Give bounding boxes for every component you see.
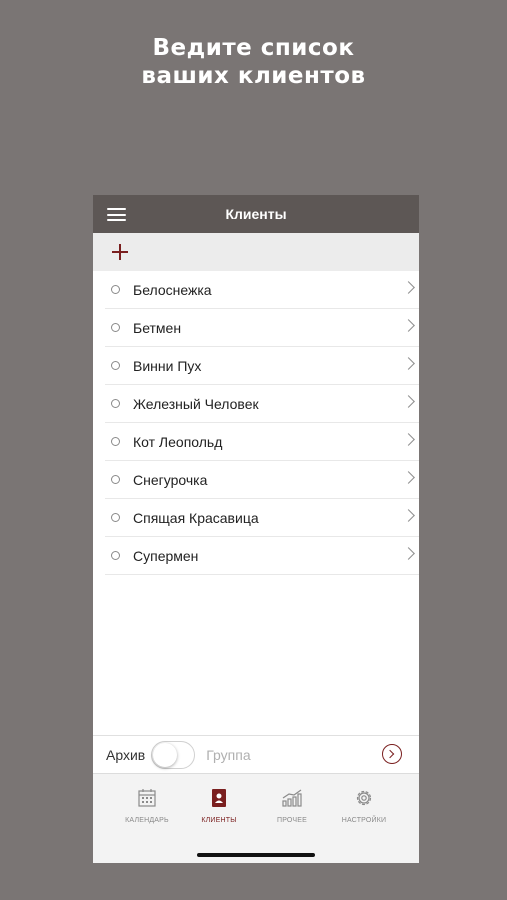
hamburger-icon[interactable]	[107, 208, 126, 221]
tab-label: ПРОЧЕЕ	[276, 817, 308, 824]
tab-clients[interactable]: КЛИЕНТЫ	[179, 786, 259, 824]
client-row[interactable]: Винни Пух	[105, 347, 419, 385]
radio-circle-icon[interactable]	[111, 513, 120, 522]
radio-circle-icon[interactable]	[111, 437, 120, 446]
chevron-right-icon	[402, 471, 415, 484]
home-indicator[interactable]	[197, 853, 315, 857]
client-name: Винни Пух	[133, 357, 202, 374]
page-title: Клиенты	[225, 206, 287, 222]
chevron-right-icon	[402, 433, 415, 446]
client-name: Железный Человек	[133, 395, 259, 412]
tab-label: НАСТРОЙКИ	[341, 817, 387, 824]
client-row[interactable]: Супермен	[105, 537, 419, 575]
client-row[interactable]: Белоснежка	[105, 271, 419, 309]
toggle-knob	[153, 742, 178, 767]
client-name: Бетмен	[133, 319, 182, 336]
tab-label: КЛИЕНТЫ	[201, 817, 237, 824]
filter-controls: Архив Группа	[93, 735, 419, 773]
client-row[interactable]: Кот Леопольд	[105, 423, 419, 461]
growth-chart-icon	[282, 789, 302, 807]
client-list: Белоснежка Бетмен Винни Пух Железный Чел…	[93, 271, 419, 575]
calendar-icon	[138, 789, 156, 807]
group-label[interactable]: Группа	[206, 747, 250, 763]
chevron-right-icon	[402, 509, 415, 522]
client-row[interactable]: Железный Человек	[105, 385, 419, 423]
radio-circle-icon[interactable]	[111, 361, 120, 370]
tab-label: КАЛЕНДАРЬ	[125, 817, 169, 824]
tab-calendar[interactable]: КАЛЕНДАРЬ	[107, 786, 187, 824]
client-name: Белоснежка	[133, 281, 212, 298]
tab-other[interactable]: ПРОЧЕЕ	[252, 786, 332, 824]
promo-line-2: ваших клиентов	[141, 63, 366, 89]
chevron-right-icon	[402, 357, 415, 370]
client-row[interactable]: Снегурочка	[105, 461, 419, 499]
radio-circle-icon[interactable]	[111, 323, 120, 332]
client-card-icon	[212, 789, 226, 807]
archive-label: Архив	[106, 746, 146, 763]
plus-icon	[112, 244, 128, 260]
radio-circle-icon[interactable]	[111, 551, 120, 560]
archive-toggle[interactable]	[151, 740, 196, 769]
client-name: Супермен	[133, 547, 199, 564]
chevron-right-icon	[402, 547, 415, 560]
client-name: Снегурочка	[133, 471, 208, 488]
radio-circle-icon[interactable]	[111, 399, 120, 408]
tab-settings[interactable]: НАСТРОЙКИ	[324, 786, 404, 824]
radio-circle-icon[interactable]	[111, 285, 120, 294]
client-row[interactable]: Бетмен	[105, 309, 419, 347]
chevron-right-icon	[402, 395, 415, 408]
client-name: Кот Леопольд	[133, 433, 223, 450]
client-row[interactable]: Спящая Красавица	[105, 499, 419, 537]
chevron-circle-right-icon[interactable]	[382, 744, 402, 764]
promo-caption: Ведите список ваших клиентов	[0, 34, 507, 90]
phone-screen: Клиенты Белоснежка Бетмен Винни Пух Желе…	[93, 195, 419, 863]
add-bar	[93, 233, 419, 271]
chevron-right-icon	[402, 281, 415, 294]
chevron-right-icon	[402, 319, 415, 332]
add-client-button[interactable]	[109, 237, 131, 267]
client-name: Спящая Красавица	[133, 509, 259, 526]
radio-circle-icon[interactable]	[111, 475, 120, 484]
tab-bar: КАЛЕНДАРЬ КЛИЕНТЫ ПРОЧЕЕ НАСТРОЙКИ	[93, 773, 419, 863]
navigation-bar: Клиенты	[93, 195, 419, 233]
gear-icon	[356, 790, 372, 806]
promo-line-1: Ведите список	[152, 35, 355, 61]
